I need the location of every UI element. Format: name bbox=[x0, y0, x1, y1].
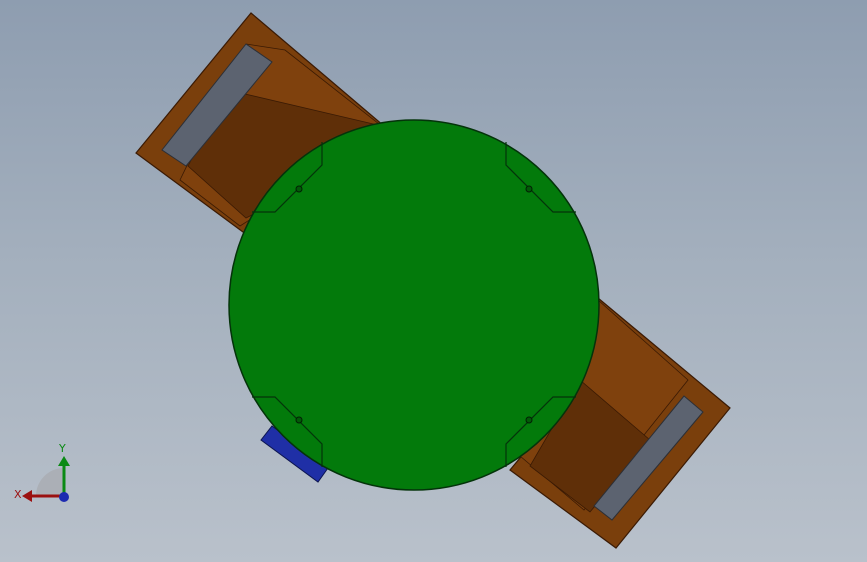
y-axis-label: Y bbox=[58, 442, 66, 455]
hole-bottom-right bbox=[525, 416, 533, 424]
hole-top-right bbox=[525, 185, 533, 193]
hole-top-left bbox=[295, 185, 303, 193]
green-disk[interactable] bbox=[228, 119, 600, 491]
hole-bottom-left bbox=[295, 416, 303, 424]
reference-triad[interactable]: Y X bbox=[8, 438, 88, 510]
graphics-viewport[interactable]: Y X bbox=[0, 0, 867, 562]
model-view[interactable] bbox=[0, 0, 867, 562]
z-axis-dot-icon bbox=[59, 492, 69, 502]
y-arrowhead-icon bbox=[58, 456, 70, 466]
x-arrowhead-icon bbox=[22, 490, 32, 502]
disk-face bbox=[228, 119, 600, 491]
triad-plane-icon bbox=[36, 468, 64, 496]
x-axis-label: X bbox=[14, 488, 22, 501]
